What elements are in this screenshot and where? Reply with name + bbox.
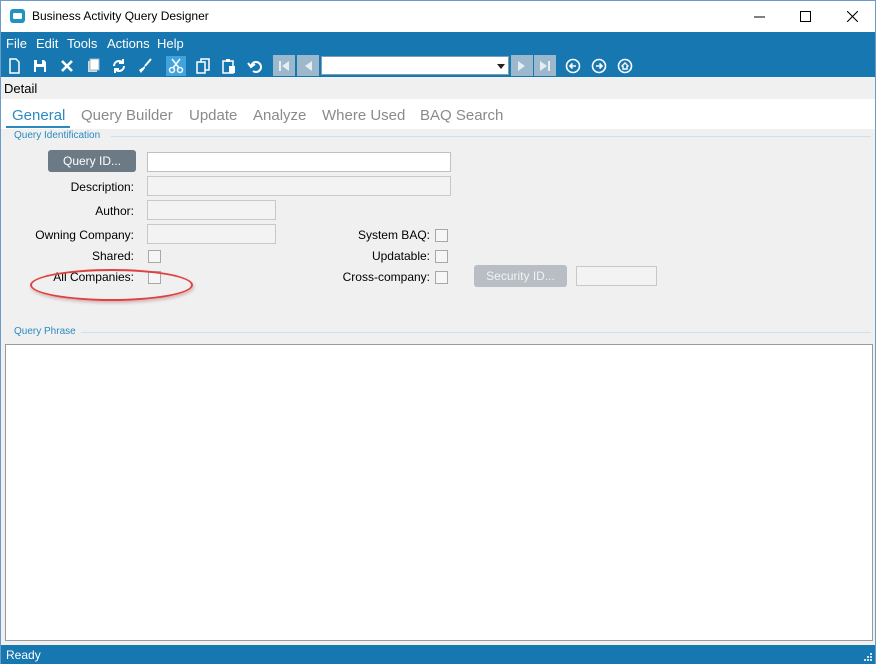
- menu-actions[interactable]: Actions: [107, 36, 150, 51]
- maximize-icon: [799, 9, 811, 25]
- next-record-icon: [518, 60, 525, 71]
- first-record-icon: [279, 60, 289, 71]
- new-icon: [9, 58, 20, 74]
- menu-tools[interactable]: Tools: [67, 36, 97, 51]
- baq-designer-window: Business Activity Query Designer File Ed…: [0, 0, 876, 664]
- updatable-checkbox[interactable]: [435, 250, 448, 263]
- menu-edit[interactable]: Edit: [36, 36, 58, 51]
- home-circle-icon: [617, 58, 633, 74]
- minimize-icon: [753, 9, 765, 25]
- delete-icon: [61, 60, 73, 72]
- first-record-button[interactable]: [273, 55, 295, 76]
- tab-query-builder[interactable]: Query Builder: [81, 107, 173, 124]
- clear-button[interactable]: [83, 56, 103, 76]
- query-id-button[interactable]: Query ID...: [48, 150, 136, 172]
- cross-company-checkbox[interactable]: [435, 271, 448, 284]
- security-id-input[interactable]: [576, 266, 657, 286]
- previous-record-icon: [305, 60, 312, 71]
- paste-icon: [222, 59, 235, 74]
- last-record-button[interactable]: [534, 55, 556, 76]
- paste-button[interactable]: [219, 56, 239, 76]
- back-circle-icon: [565, 58, 581, 74]
- chevron-down-icon: [497, 64, 505, 69]
- save-icon: [34, 60, 46, 72]
- title-bar[interactable]: Business Activity Query Designer: [1, 1, 875, 32]
- menu-bar: File Edit Tools Actions Help: [1, 32, 875, 54]
- query-identification-divider: [111, 136, 871, 137]
- updatable-label: Updatable:: [371, 249, 430, 263]
- cut-button[interactable]: [166, 56, 186, 76]
- clear-icon: [88, 58, 100, 72]
- brush-button[interactable]: [135, 56, 155, 76]
- refresh-icon: [113, 59, 125, 73]
- menu-file[interactable]: File: [6, 36, 27, 51]
- tab-analyze[interactable]: Analyze: [253, 107, 306, 124]
- tab-update[interactable]: Update: [189, 107, 237, 124]
- resize-grip-icon[interactable]: [863, 652, 873, 662]
- tab-general[interactable]: General: [12, 107, 65, 124]
- copy-icon: [196, 58, 210, 74]
- copy-button[interactable]: [193, 56, 213, 76]
- detail-bar: Detail: [1, 77, 875, 99]
- annotation-ellipse: [30, 269, 193, 301]
- owning-company-input[interactable]: [147, 224, 276, 244]
- system-baq-checkbox[interactable]: [435, 229, 448, 242]
- app-icon: [10, 9, 25, 23]
- undo-button[interactable]: [245, 56, 265, 76]
- general-panel: Query Identification Query ID... Descrip…: [1, 129, 875, 645]
- active-tab-indicator: [6, 126, 70, 128]
- owning-company-label: Owning Company:: [35, 228, 134, 242]
- tab-strip: General Query Builder Update Analyze Whe…: [1, 99, 875, 129]
- undo-icon: [247, 61, 262, 73]
- maximize-button[interactable]: [782, 1, 828, 32]
- refresh-button[interactable]: [109, 56, 129, 76]
- toolbar: [1, 54, 875, 77]
- author-input[interactable]: [147, 200, 276, 220]
- brush-icon: [139, 58, 152, 73]
- delete-button[interactable]: [57, 56, 77, 76]
- query-identification-group-label: Query Identification: [14, 130, 101, 141]
- record-navigation-combo[interactable]: [321, 56, 509, 75]
- description-label: Description:: [70, 180, 134, 194]
- last-record-icon: [540, 60, 550, 71]
- menu-help[interactable]: Help: [157, 36, 184, 51]
- shared-label: Shared:: [91, 249, 134, 263]
- close-icon: [846, 9, 858, 25]
- close-button[interactable]: [829, 1, 875, 32]
- security-id-button[interactable]: Security ID...: [474, 265, 567, 287]
- detail-label: Detail: [4, 81, 38, 96]
- forward-circle-icon: [591, 58, 607, 74]
- window-title: Business Activity Query Designer: [32, 9, 209, 23]
- query-phrase-group-label: Query Phrase: [14, 326, 76, 337]
- query-phrase-divider: [81, 332, 871, 333]
- description-input[interactable]: [147, 176, 451, 196]
- cut-icon: [168, 58, 184, 74]
- author-label: Author:: [95, 204, 134, 218]
- home-button[interactable]: [615, 56, 635, 76]
- query-id-input[interactable]: [147, 152, 451, 172]
- tab-where-used[interactable]: Where Used: [322, 107, 405, 124]
- minimize-button[interactable]: [736, 1, 782, 32]
- system-baq-label: System BAQ:: [357, 228, 430, 242]
- new-button[interactable]: [4, 56, 24, 76]
- next-record-button[interactable]: [511, 55, 533, 76]
- forward-button[interactable]: [589, 56, 609, 76]
- back-button[interactable]: [563, 56, 583, 76]
- shared-checkbox[interactable]: [148, 250, 161, 263]
- tab-baq-search[interactable]: BAQ Search: [420, 107, 503, 124]
- cross-company-label: Cross-company:: [342, 270, 430, 284]
- status-bar: Ready: [1, 645, 875, 664]
- save-button[interactable]: [30, 56, 50, 76]
- previous-record-button[interactable]: [297, 55, 319, 76]
- status-text: Ready: [6, 648, 41, 662]
- query-phrase-textarea[interactable]: [5, 344, 873, 641]
